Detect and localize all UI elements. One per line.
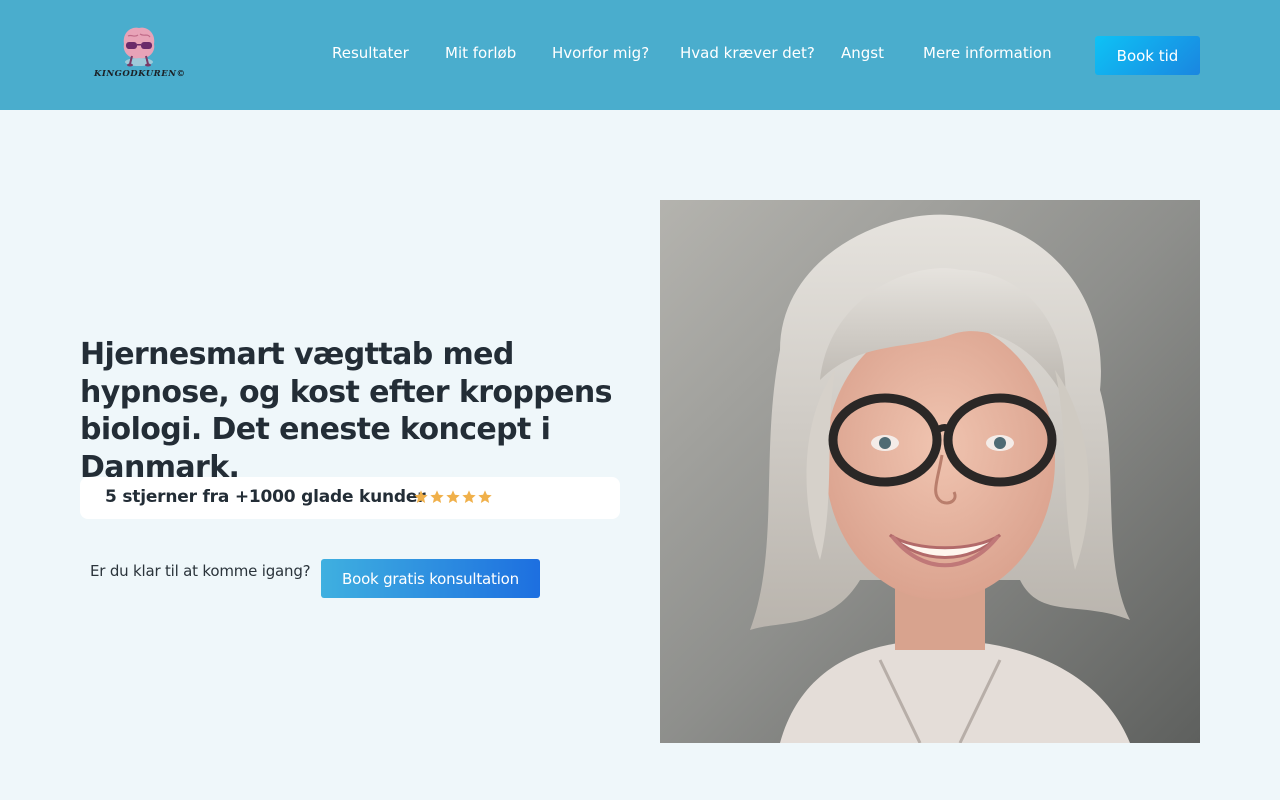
star-icon bbox=[414, 490, 428, 503]
star-icon bbox=[446, 490, 460, 503]
nav-item-resultater[interactable]: Resultater bbox=[332, 44, 409, 62]
star-icon bbox=[430, 490, 444, 503]
nav-item-hvorfor-mig[interactable]: Hvorfor mig? bbox=[552, 44, 649, 62]
brain-with-sunglasses-icon bbox=[123, 27, 155, 67]
cta-question: Er du klar til at komme igang? bbox=[90, 562, 311, 580]
rating-text: 5 stjerner fra +1000 glade kunder bbox=[105, 487, 426, 507]
nav-item-hvad-kraever-det[interactable]: Hvad kræver det? bbox=[680, 44, 815, 62]
nav-item-mit-forloeb[interactable]: Mit forløb bbox=[445, 44, 516, 62]
book-tid-button[interactable]: Book tid bbox=[1095, 36, 1200, 75]
site-header: KINGODKUREN© Resultater Mit forløb Hvorf… bbox=[0, 0, 1280, 110]
star-icon bbox=[478, 490, 492, 503]
portrait-image bbox=[660, 200, 1200, 743]
nav-item-angst[interactable]: Angst bbox=[841, 44, 884, 62]
site-logo[interactable]: KINGODKUREN© bbox=[94, 22, 186, 86]
nav-item-mere-information[interactable]: Mere information bbox=[923, 44, 1052, 62]
logo-wordmark: KINGODKUREN© bbox=[94, 69, 186, 79]
star-icon bbox=[462, 490, 476, 503]
book-konsultation-button[interactable]: Book gratis konsultation bbox=[321, 559, 540, 598]
rating-box: 5 stjerner fra +1000 glade kunder bbox=[80, 477, 620, 519]
hero-title: Hjernesmart vægttab med hypnose, og kost… bbox=[80, 337, 613, 485]
